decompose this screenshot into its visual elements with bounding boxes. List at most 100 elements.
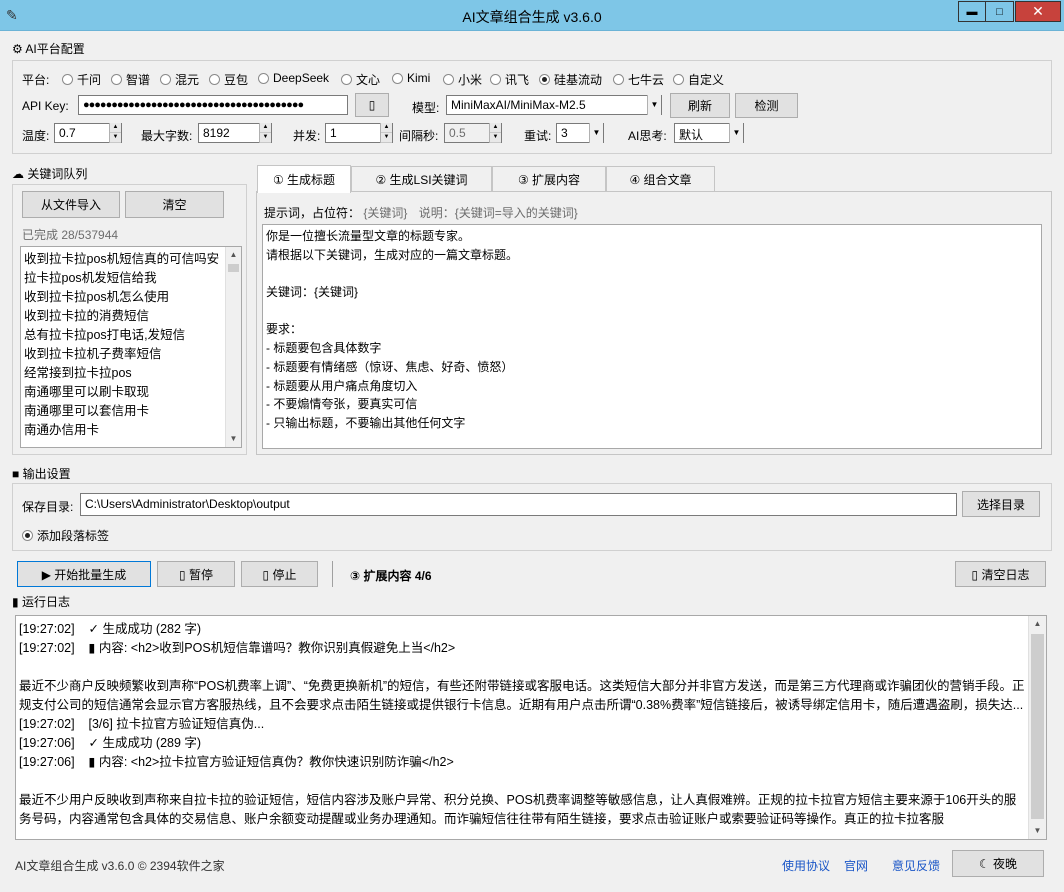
minimize-button[interactable]: ▬ [958,1,986,22]
prompt-line: - 标题要包含具体数字 [266,341,382,356]
footer-link-website[interactable]: 官网 [844,857,868,874]
scroll-down-icon[interactable]: ▼ [226,431,241,447]
temperature-label: 温度: [22,129,50,143]
interval-spinner[interactable]: ▲ ▼ [489,123,501,143]
tab-0[interactable]: ① 生成标题 [257,165,351,193]
save-dir-input[interactable]: C:\Users\Administrator\Desktop\output [80,493,957,516]
prompt-line: - 标题要从用户痛点角度切入 [266,378,418,393]
model-select[interactable]: MiniMaxAI/MiniMax-M2.5 [446,95,662,115]
model-value: MiniMaxAI/MiniMax-M2.5 [451,98,586,112]
list-item[interactable]: 收到拉卡拉pos机怎么使用 [21,288,241,307]
prompt-textarea[interactable]: 你是一位擅长流量型文章的标题专家。请根据以下关键词，生成对应的一篇文章标题。 关键… [262,224,1042,449]
check-button[interactable]: 检测 [735,93,798,118]
prompt-line: 你是一位擅长流量型文章的标题专家。 [266,229,471,243]
progress-text: 已完成 28/537944 [22,228,119,242]
chevron-down-icon[interactable]: ▼ [729,123,743,143]
platform-radio-5[interactable]: 文心 [341,71,380,88]
clear-keywords-button[interactable]: 清空 [125,191,224,218]
platform-radio-7[interactable]: 小米 [443,71,482,88]
start-batch-button[interactable]: ▶ 开始批量生成 [17,561,151,587]
run-log[interactable]: [19:27:02] ✓ 生成成功 (282 字) [19:27:02] ▮ 内容… [15,615,1047,840]
show-key-button[interactable]: ▯ [355,93,389,117]
chevron-down-icon[interactable]: ▼ [589,123,603,143]
platform-radio-11[interactable]: 自定义 [673,71,724,88]
tab-3[interactable]: ④ 组合文章 [606,166,715,191]
platform-radio-label: Kimi [407,71,431,85]
platform-radio-4[interactable]: DeepSeek [258,71,329,85]
list-item[interactable]: 收到拉卡拉pos机短信真的可信吗安 [21,250,241,269]
platform-radio-10[interactable]: 七牛云 [613,71,664,88]
platform-radio-9[interactable]: 硅基流动 [539,71,602,88]
add-paragraph-tag-radio[interactable]: 添加段落标签 [22,527,109,544]
night-mode-button[interactable]: ☾ 夜晚 [952,850,1044,877]
close-button[interactable]: ✕ [1015,1,1061,22]
platform-radio-0[interactable]: 千问 [62,71,101,88]
hint-label: 提示词，占位符： {关键词} 说明：{关键词=导入的关键词} [264,204,578,221]
log-line: 最近不少商户反映频繁收到声称“POS机费率上调”、“免费更换新机”的短信，有些还… [19,679,1025,712]
prompt-line [266,302,1038,321]
max-chars-spinner[interactable]: ▲ ▼ [259,123,271,143]
temperature-spinner[interactable]: ▲ ▼ [109,123,121,143]
keyword-queue-title: ☁ 关键词队列 [12,167,88,181]
list-item[interactable]: 南通办信用卡 [21,421,241,440]
clear-log-button[interactable]: ▯ 清空日志 [955,561,1046,587]
radio-dot [613,74,624,85]
list-item[interactable]: 总有拉卡拉pos打电话,发短信 [21,326,241,345]
platform-radio-6[interactable]: Kimi [392,71,430,85]
platform-radio-2[interactable]: 混元 [160,71,199,88]
platform-radio-label: 混元 [175,73,200,87]
radio-dot [392,72,403,84]
scroll-up-icon[interactable]: ▲ [1029,616,1046,632]
prompt-line [266,264,1038,283]
platform-radio-8[interactable]: 讯飞 [490,71,529,88]
list-item[interactable]: 南通哪里可以套信用卡 [21,402,241,421]
scroll-down-icon[interactable]: ▼ [1029,823,1046,839]
concurrency-label: 并发: [293,129,321,143]
platform-radio-label: 智谱 [126,73,151,87]
keyword-scrollbar[interactable]: ▲ ▼ [225,247,241,447]
hint-label-text: 提示词，占位符： [264,206,361,220]
radio-dot [539,74,550,85]
output-section-title: ■ 输出设置 [12,467,71,481]
hint-description: 说明：{关键词=导入的关键词} [418,206,578,220]
chevron-down-icon[interactable]: ▼ [647,95,661,115]
prompt-line: 关键词：{关键词} [266,285,359,300]
footer-link-terms[interactable]: 使用协议 [782,857,830,874]
list-item[interactable]: 南通哪里可以刷卡取现 [21,383,241,402]
retry-label: 重试: [524,129,552,143]
prompt-line: 请根据以下关键词，生成对应的一篇文章标题。 [266,247,519,262]
radio-dot [62,74,73,85]
log-line: [19:27:02] ▮ 内容: <h2>收到POS机短信靠谱吗？教你识别真假避… [19,641,456,655]
list-item[interactable]: 经常接到拉卡拉pos [21,364,241,383]
hint-placeholder: {关键词} [363,206,408,220]
stop-button[interactable]: ▯ 停止 [241,561,318,587]
log-scrollbar[interactable]: ▲ ▼ [1028,616,1046,839]
scroll-up-icon[interactable]: ▲ [226,247,241,263]
scroll-thumb[interactable] [228,264,239,272]
scroll-thumb[interactable] [1031,634,1044,819]
platform-radio-label: 七牛云 [628,73,665,87]
refresh-button[interactable]: 刷新 [670,93,730,118]
max-chars-label: 最大字数: [141,129,193,143]
keyword-list[interactable]: 收到拉卡拉pos机短信真的可信吗安 拉卡拉pos机发短信给我 收到拉卡拉pos机怎么… [20,246,242,448]
model-label: 模型: [412,101,440,115]
footer-link-feedback[interactable]: 意见反馈 [892,857,940,874]
maximize-button[interactable]: □ [985,1,1014,22]
list-item[interactable]: 拉卡拉pos机发短信给我 [21,269,241,288]
platform-radio-1[interactable]: 智谱 [111,71,150,88]
list-item[interactable]: 收到拉卡拉机子费率短信 [21,345,241,364]
import-file-button[interactable]: 从文件导入 [22,191,120,218]
log-line: [19:27:06] ▮ 内容: <h2>拉卡拉官方验证短信真伪？教你快速识别防… [19,755,454,769]
log-section-title: ▮ 运行日志 [12,595,70,609]
tab-2[interactable]: ③ 扩展内容 [492,166,606,191]
concurrency-spinner[interactable]: ▲ ▼ [380,123,392,143]
list-item[interactable]: 收到拉卡拉的消费短信 [21,307,241,326]
pause-button[interactable]: ▯ 暂停 [157,561,235,587]
api-key-input[interactable]: ●●●●●●●●●●●●●●●●●●●●●●●●●●●●●●●●●●●●●●● [78,95,348,115]
tab-1[interactable]: ② 生成LSI关键词 [351,166,492,191]
platform-label: 平台: [22,73,50,87]
choose-dir-button[interactable]: 选择目录 [962,491,1040,517]
prompt-line: - 不要煽情夸张，要真实可信 [266,397,418,412]
platform-radio-3[interactable]: 豆包 [209,71,248,88]
